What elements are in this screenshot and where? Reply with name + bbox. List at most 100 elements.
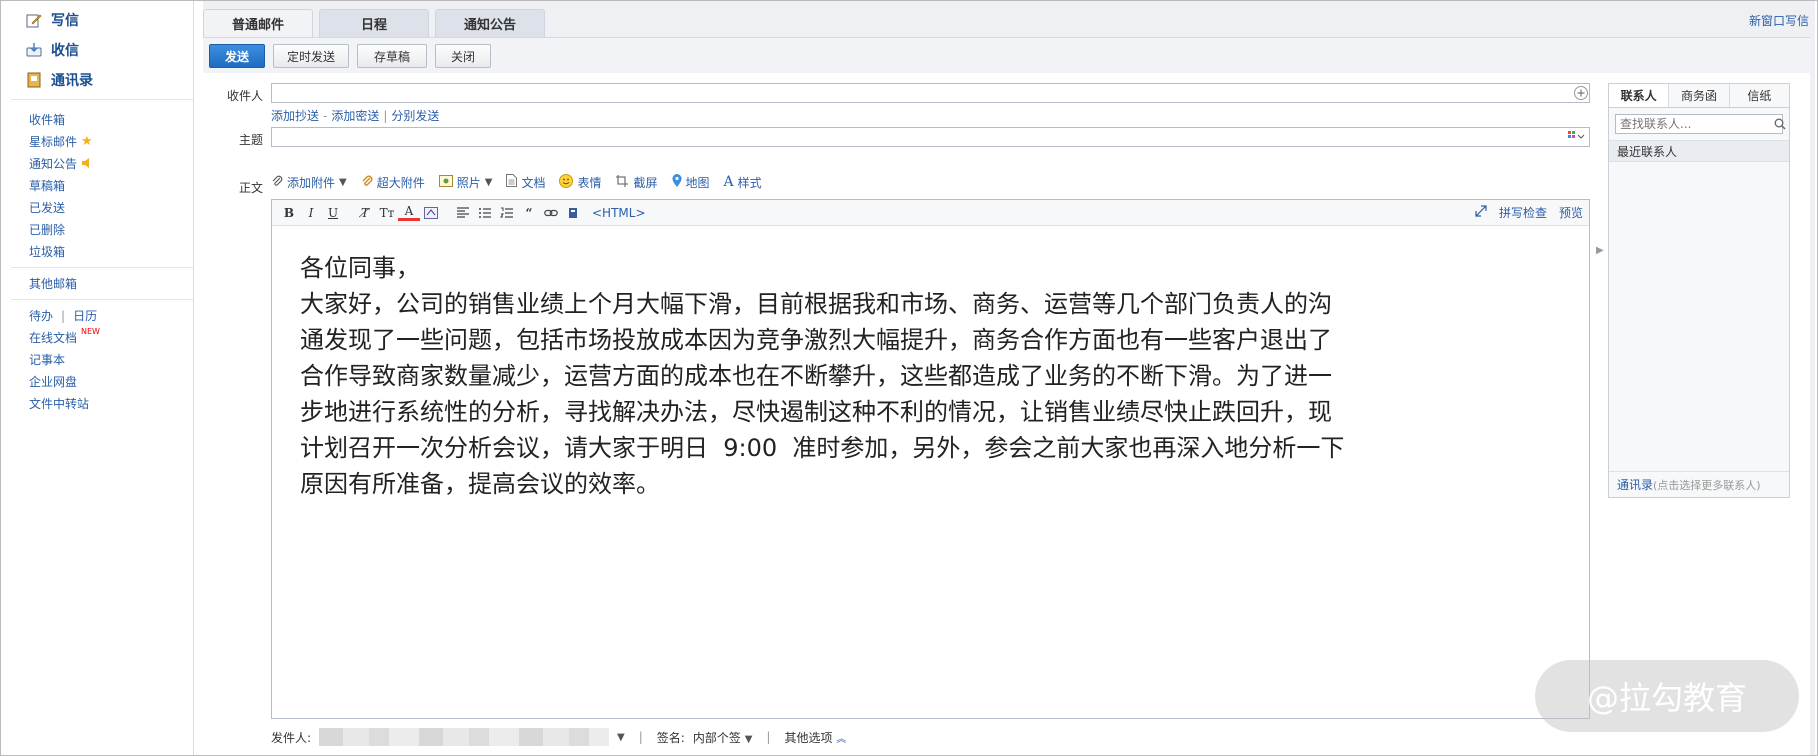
folder-drafts[interactable]: 草稿箱 — [29, 177, 65, 194]
address-book-button[interactable]: 通讯录 — [25, 69, 93, 91]
folder-announcements[interactable]: 通知公告 — [29, 155, 93, 172]
add-recipient-icon[interactable] — [1573, 85, 1589, 104]
tab-stationery[interactable]: 信纸 — [1730, 84, 1789, 107]
insert-image-icon[interactable] — [562, 203, 584, 223]
folder-spam[interactable]: 垃圾箱 — [29, 243, 65, 260]
html-mode-button[interactable]: <HTML> — [592, 206, 646, 220]
save-draft-button[interactable]: 存草稿 — [357, 44, 427, 68]
send-button[interactable]: 发送 — [209, 44, 265, 68]
body-line: 大家好，公司的销售业绩上个月大幅下滑，目前根据我和市场、商务、运营等几个部门负责… — [300, 290, 1332, 318]
tab-normal-mail[interactable]: 普通邮件 — [203, 9, 313, 37]
folder-starred[interactable]: 星标邮件 ★ — [29, 133, 93, 150]
highlight-icon[interactable] — [420, 203, 442, 223]
file-transfer-link[interactable]: 文件中转站 — [29, 395, 89, 412]
body-label: 正文 — [238, 181, 263, 195]
separate-send-link[interactable]: 分别发送 — [391, 107, 439, 124]
expand-icon[interactable] — [1475, 205, 1487, 220]
numbered-list-icon[interactable] — [496, 203, 518, 223]
rich-text-editor[interactable]: B I U T̸ Tт A “ <HTML> 拼写检查 预览 各位同事， 大家好… — [271, 199, 1590, 719]
align-icon[interactable] — [452, 203, 474, 223]
pencil-icon — [25, 11, 43, 29]
scheduled-send-button[interactable]: 定时发送 — [273, 44, 349, 68]
smiley-icon — [559, 173, 574, 191]
bullet-list-icon[interactable] — [474, 203, 496, 223]
chevron-down-icon[interactable]: ▼ — [617, 732, 625, 743]
receive-mail-button[interactable]: 收信 — [25, 39, 79, 61]
italic-icon[interactable]: I — [300, 203, 322, 223]
link-icon[interactable] — [540, 203, 562, 223]
map-pin-icon — [672, 173, 682, 191]
netdisk-link[interactable]: 企业网盘 — [29, 373, 77, 390]
online-docs-link[interactable]: 在线文档 NEW — [29, 327, 100, 346]
notes-link[interactable]: 记事本 — [29, 351, 65, 368]
sender-select[interactable] — [319, 728, 610, 746]
calendar-link[interactable]: 日历 — [73, 307, 97, 324]
underline-icon[interactable]: U — [322, 203, 344, 223]
bold-icon[interactable]: B — [278, 203, 300, 223]
folder-sent[interactable]: 已发送 — [29, 199, 65, 216]
address-book-link[interactable]: 通讯录 — [1617, 476, 1653, 493]
tab-contacts[interactable]: 联系人 — [1609, 84, 1670, 107]
subject-priority-icon[interactable] — [1567, 130, 1585, 145]
quote-icon[interactable]: “ — [518, 203, 540, 223]
font-size-icon[interactable]: Tт — [376, 203, 398, 223]
large-attachment-label: 超大附件 — [376, 175, 425, 190]
body-line: 原因有所准备，提高会议的效率。 — [300, 470, 660, 498]
spellcheck-link[interactable]: 拼写检查 — [1499, 204, 1547, 221]
editor-body[interactable]: 各位同事， 大家好，公司的销售业绩上个月大幅下滑，目前根据我和市场、商务、运营等… — [272, 226, 1589, 502]
screenshot-button[interactable]: 截屏 — [615, 174, 658, 191]
folder-announcements-label: 通知公告 — [29, 157, 78, 171]
panel-toggle-icon[interactable]: ▶ — [1596, 245, 1604, 259]
editor-right-tools: 拼写检查 预览 — [1475, 204, 1583, 221]
pipe-separator: | — [766, 730, 771, 744]
to-input[interactable] — [271, 83, 1590, 103]
new-window-link[interactable]: 新窗口写信 — [1749, 12, 1809, 29]
search-icon[interactable] — [1774, 118, 1786, 130]
other-mailbox-link[interactable]: 其他邮箱 — [29, 275, 77, 292]
add-bcc-link[interactable]: 添加密送 — [331, 107, 379, 124]
pipe-separator: | — [61, 308, 66, 323]
preview-link[interactable]: 预览 — [1559, 204, 1583, 221]
signature-value: 内部个签 — [692, 730, 741, 745]
screenshot-label: 截屏 — [633, 175, 658, 190]
font-color-icon[interactable]: A — [398, 204, 420, 221]
compose-toolbar: 发送 定时发送 存草稿 关闭 — [203, 37, 1810, 73]
scissors-icon — [615, 174, 629, 191]
editor-toolbar: B I U T̸ Tт A “ <HTML> 拼写检查 预览 — [272, 200, 1589, 226]
main-area: 普通邮件 日程 通知公告 新窗口写信 发送 定时发送 存草稿 关闭 收件人 添加… — [203, 1, 1815, 755]
document-button[interactable]: 文档 — [506, 174, 545, 191]
add-cc-link[interactable]: 添加抄送 — [271, 107, 319, 124]
tab-schedule[interactable]: 日程 — [319, 9, 429, 37]
photo-button[interactable]: 照片 ▼ — [438, 174, 493, 191]
folder-inbox[interactable]: 收件箱 — [29, 111, 65, 128]
receive-mail-label: 收信 — [51, 43, 79, 59]
contacts-footer: 通讯录 (点击选择更多联系人) — [1609, 471, 1789, 497]
recent-contacts-header[interactable]: 最近联系人 — [1609, 140, 1789, 162]
sidebar: 写信 收信 通讯录 收件箱 星标邮件 ★ 通知公告 草稿箱 已发送 已删除 垃圾… — [1, 1, 194, 755]
chevron-down-icon[interactable]: ▼ — [339, 177, 347, 188]
address-book-hint: (点击选择更多联系人) — [1653, 478, 1761, 492]
close-button[interactable]: 关闭 — [435, 44, 491, 68]
other-options-button[interactable]: 其他选项 ︽ — [784, 729, 846, 746]
add-attachment-button[interactable]: 添加附件 ▼ — [271, 174, 347, 191]
todo-link[interactable]: 待办 — [29, 307, 53, 324]
other-options-label: 其他选项 — [784, 730, 833, 745]
paperclip-icon — [271, 175, 283, 190]
clear-format-icon[interactable]: T̸ — [354, 203, 376, 223]
map-button[interactable]: 地图 — [672, 173, 710, 191]
address-book-icon — [25, 71, 43, 89]
dash-separator: - — [323, 108, 328, 123]
folder-starred-label: 星标邮件 — [29, 135, 78, 149]
emoji-button[interactable]: 表情 — [559, 173, 601, 191]
signature-select[interactable]: 内部个签 ▼ — [693, 729, 753, 746]
subject-input[interactable] — [271, 127, 1590, 147]
tab-business-letter[interactable]: 商务函 — [1669, 84, 1730, 107]
chevron-down-icon[interactable]: ▼ — [485, 177, 493, 188]
large-attachment-button[interactable]: 超大附件 — [361, 174, 425, 191]
folder-deleted[interactable]: 已删除 — [29, 221, 65, 238]
style-button[interactable]: A 样式 — [724, 174, 762, 191]
write-mail-button[interactable]: 写信 — [25, 9, 79, 31]
contact-search-input[interactable] — [1616, 115, 1774, 133]
add-attachment-label: 添加附件 — [287, 175, 336, 190]
tab-announcement[interactable]: 通知公告 — [435, 9, 545, 37]
